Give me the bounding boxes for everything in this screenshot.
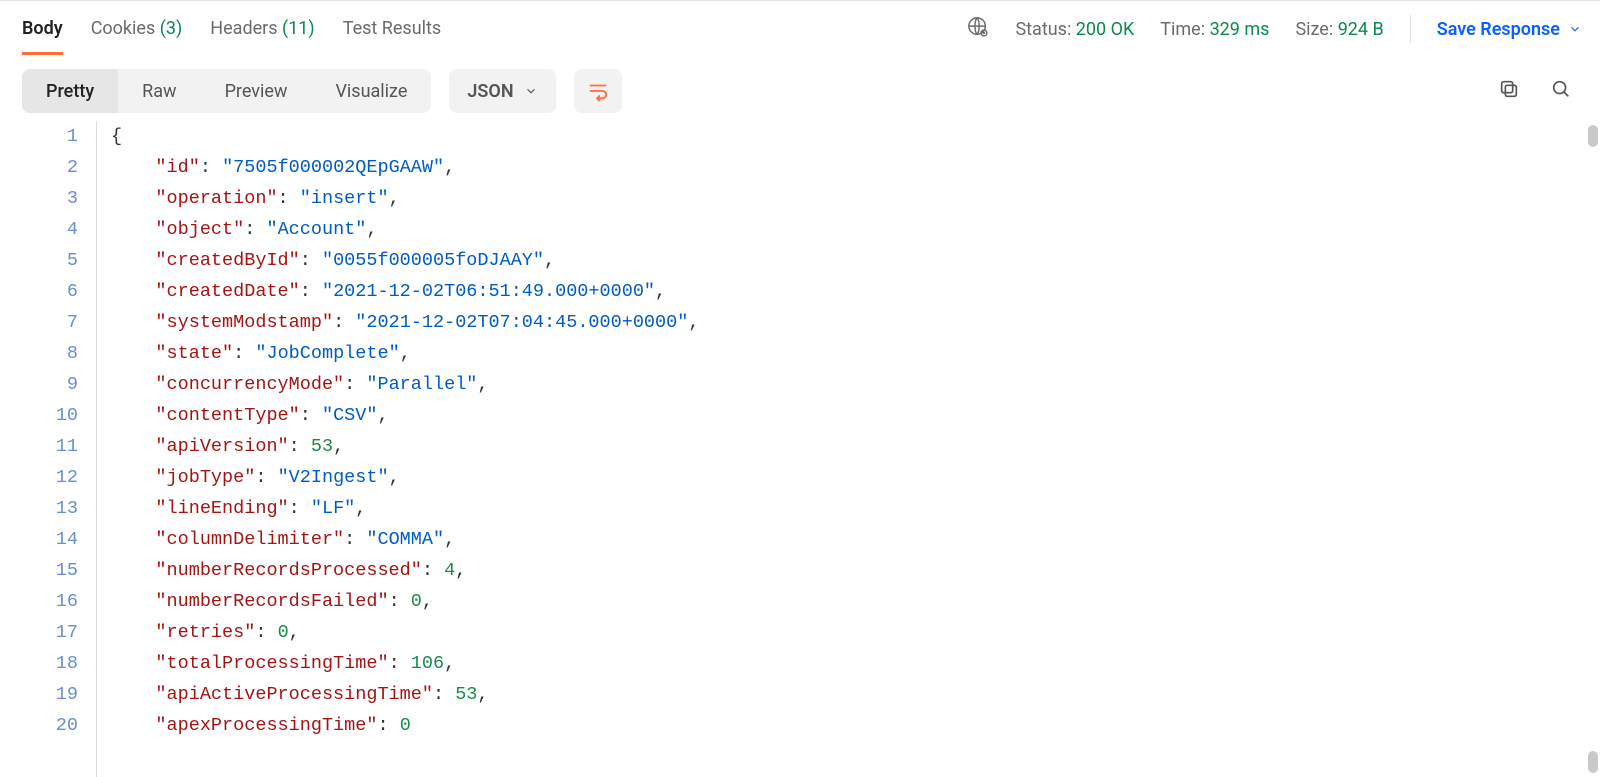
size-indicator: Size: 924 B: [1295, 19, 1383, 40]
separator: [1410, 15, 1411, 43]
scrollbar-thumb[interactable]: [1588, 751, 1598, 773]
chevron-down-icon: [1568, 22, 1582, 36]
tab-cookies[interactable]: Cookies (3): [91, 4, 183, 55]
status-indicator: Status: 200 OK: [1015, 19, 1134, 40]
view-raw-button[interactable]: Raw: [118, 69, 200, 113]
view-preview-button[interactable]: Preview: [201, 69, 312, 113]
copy-button[interactable]: [1498, 78, 1520, 105]
size-label: Size:: [1295, 19, 1333, 40]
chevron-down-icon: [524, 84, 538, 98]
scrollbar[interactable]: [1588, 121, 1598, 777]
tab-cookies-label: Cookies: [91, 18, 156, 39]
status-label: Status:: [1015, 19, 1071, 40]
tab-body[interactable]: Body: [22, 4, 63, 55]
wrap-lines-button[interactable]: [574, 69, 622, 113]
response-body-code[interactable]: { "id": "7505f000002QEpGAAW", "operation…: [96, 121, 1600, 777]
time-label: Time:: [1160, 19, 1205, 40]
status-value: 200 OK: [1076, 19, 1135, 40]
format-select-label: JSON: [467, 81, 513, 102]
tab-headers[interactable]: Headers (11): [210, 4, 314, 55]
save-response-label: Save Response: [1437, 19, 1560, 40]
tab-headers-count: (11): [282, 18, 315, 39]
scrollbar-thumb[interactable]: [1588, 125, 1598, 147]
size-value: 924 B: [1338, 19, 1384, 40]
copy-icon: [1498, 78, 1520, 100]
search-icon: [1550, 78, 1572, 100]
line-number-gutter: 1234567891011121314151617181920: [0, 121, 96, 777]
format-select[interactable]: JSON: [449, 69, 555, 113]
search-button[interactable]: [1550, 78, 1572, 105]
tab-test-results[interactable]: Test Results: [343, 4, 441, 55]
network-icon[interactable]: [967, 16, 989, 43]
save-response-button[interactable]: Save Response: [1437, 19, 1582, 40]
tab-headers-label: Headers: [210, 18, 277, 39]
view-visualize-button[interactable]: Visualize: [311, 69, 431, 113]
time-value: 329 ms: [1210, 19, 1270, 40]
tab-cookies-count: (3): [160, 18, 183, 39]
wrap-icon: [587, 80, 609, 102]
view-mode-segment: Pretty Raw Preview Visualize: [22, 69, 431, 113]
time-indicator: Time: 329 ms: [1160, 19, 1269, 40]
view-pretty-button[interactable]: Pretty: [22, 69, 118, 113]
